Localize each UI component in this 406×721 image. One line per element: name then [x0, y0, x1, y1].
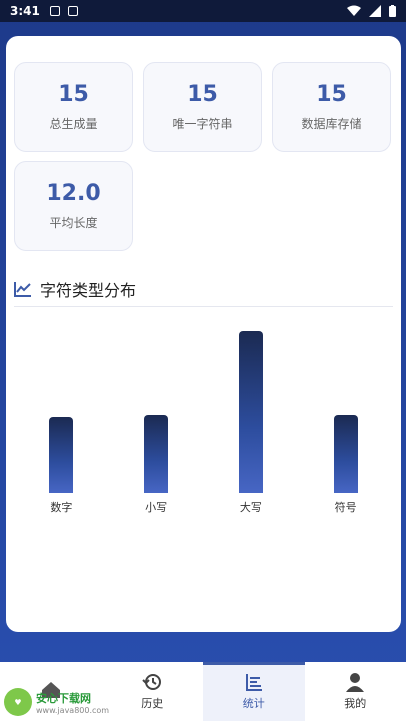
stat-value: 15	[316, 82, 347, 107]
stat-label: 数据库存储	[301, 117, 362, 131]
nav-label: 统计	[242, 697, 265, 710]
nav-item-profile[interactable]: 我的	[305, 662, 406, 721]
watermark-text: 安心下载网	[36, 691, 91, 705]
stat-label: 唯一字符串	[172, 117, 233, 131]
watermark-heart-icon: ♥	[4, 688, 32, 716]
chart-x-tick-label: 符号	[334, 501, 357, 514]
stat-label: 平均长度	[49, 216, 98, 230]
stats-icon	[245, 674, 262, 691]
watermark-logo: ♥ 安心下载网 www.java800.com	[0, 684, 110, 720]
nav-label: 历史	[141, 697, 164, 710]
nav-item-history[interactable]: 历史	[102, 662, 204, 721]
stat-average-length: 12.0 平均长度	[14, 161, 133, 251]
divider	[14, 306, 393, 307]
status-bar: 3:41	[0, 0, 406, 22]
chart-x-tick-label: 大写	[239, 501, 262, 514]
chart-bar	[238, 331, 263, 493]
cast-icon	[67, 6, 78, 16]
chart-bar	[144, 414, 169, 493]
stat-label: 总生成量	[49, 117, 98, 131]
trend-chart-icon	[14, 282, 31, 297]
chart-x-tick-label: 数字	[50, 501, 73, 514]
notification-icon	[49, 6, 60, 16]
section-title: 字符类型分布	[14, 277, 136, 301]
battery-icon	[389, 5, 396, 17]
chart-bar	[333, 414, 358, 493]
stat-unique-strings: 15 唯一字符串	[143, 62, 262, 152]
stat-value: 15	[58, 82, 89, 107]
stat-total-generated: 15 总生成量	[14, 62, 133, 152]
person-icon	[346, 673, 365, 692]
watermark-url: www.java800.com	[36, 705, 110, 715]
history-icon	[142, 674, 162, 690]
status-time: 3:41	[10, 4, 40, 18]
stat-db-storage: 15 数据库存储	[272, 62, 391, 152]
signal-icon	[369, 5, 381, 17]
stats-card: 15 总生成量 15 唯一字符串 15 数据库存储 12.0 平均长度 字符类型…	[6, 36, 401, 632]
chart-bar	[49, 417, 74, 493]
stat-value: 15	[187, 82, 218, 107]
section-title-text: 字符类型分布	[40, 281, 137, 300]
nav-item-stats[interactable]: 统计	[203, 662, 305, 721]
char-type-bar-chart: 数字 小写 大写 符号	[14, 316, 393, 546]
nav-label: 我的	[344, 697, 367, 710]
stat-value: 12.0	[46, 181, 101, 206]
wifi-icon	[347, 5, 361, 16]
chart-x-tick-label: 小写	[145, 501, 168, 514]
